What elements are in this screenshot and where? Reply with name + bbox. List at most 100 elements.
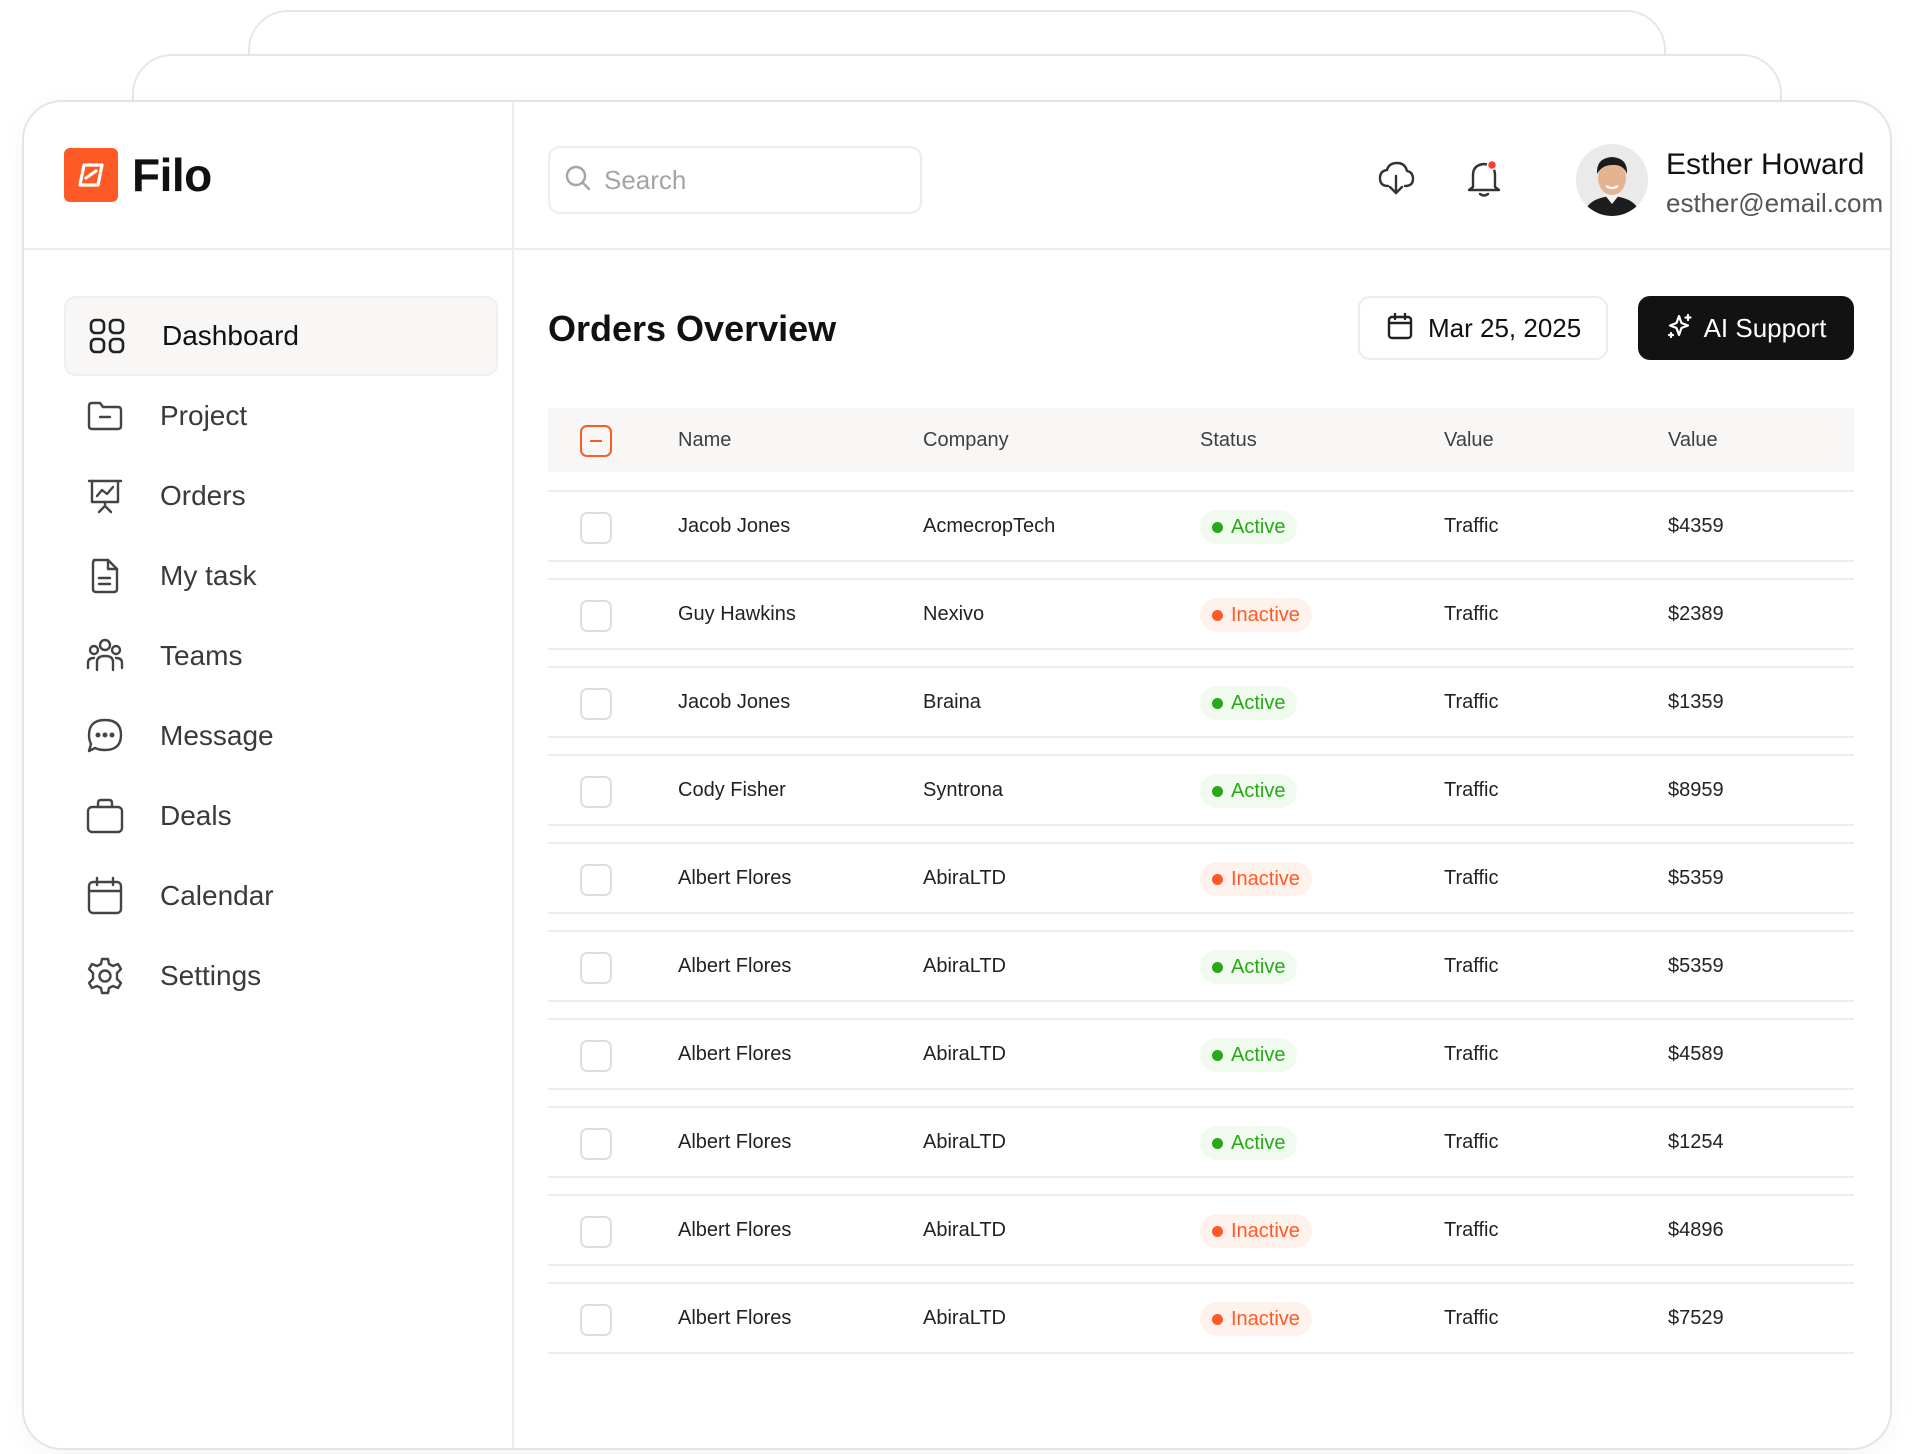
row-checkbox[interactable] xyxy=(580,512,612,544)
search-icon xyxy=(564,164,592,197)
sidebar-item-my-task[interactable]: My task xyxy=(64,536,498,616)
sidebar-item-label: Settings xyxy=(160,960,262,991)
row-checkbox[interactable] xyxy=(580,1216,612,1248)
row-checkbox[interactable] xyxy=(580,864,612,896)
sidebar-item-dashboard[interactable]: Dashboard xyxy=(64,296,498,376)
sidebar-item-label: Orders xyxy=(160,480,246,511)
table-row[interactable]: Albert Flores AbiraLTD Active Traffic $4589 xyxy=(548,1018,1854,1090)
status-label: Inactive xyxy=(1231,603,1300,626)
cell-value: $4359 xyxy=(1668,515,1724,537)
search-input[interactable] xyxy=(604,164,904,196)
date-picker-button[interactable]: Mar 25, 2025 xyxy=(1358,296,1608,360)
table-row[interactable]: Cody Fisher Syntrona Active Traffic $8959 xyxy=(548,754,1854,826)
status-label: Active xyxy=(1231,779,1286,802)
cell-name: Albert Flores xyxy=(678,1043,792,1065)
row-checkbox[interactable] xyxy=(580,952,612,984)
column-header-company[interactable]: Company xyxy=(923,429,1009,452)
sidebar-item-teams[interactable]: Teams xyxy=(64,616,498,696)
brand-header: Filo xyxy=(24,102,512,250)
app-window: Filo Dashboard Project Orders My task Te… xyxy=(22,100,1892,1450)
status-badge: Inactive xyxy=(1200,862,1312,896)
sidebar-item-label: Teams xyxy=(160,640,243,671)
cell-name: Albert Flores xyxy=(678,1219,792,1241)
notification-bell-icon[interactable] xyxy=(1460,154,1508,202)
filo-logo-icon[interactable] xyxy=(64,148,118,202)
chat-bubble-icon xyxy=(84,715,126,757)
table-header: Name Company Status Value Value xyxy=(548,408,1854,472)
row-checkbox[interactable] xyxy=(580,776,612,808)
sidebar-item-label: Project xyxy=(160,400,248,431)
team-icon xyxy=(84,635,126,677)
cell-company: AbiraLTD xyxy=(923,867,1006,889)
sidebar: Filo Dashboard Project Orders My task Te… xyxy=(24,102,514,1448)
date-label: Mar 25, 2025 xyxy=(1428,312,1582,343)
column-header-name[interactable]: Name xyxy=(678,429,731,452)
calendar-icon xyxy=(84,875,126,917)
status-label: Active xyxy=(1231,1131,1286,1154)
document-icon xyxy=(84,555,126,597)
row-checkbox[interactable] xyxy=(580,1128,612,1160)
cell-name: Cody Fisher xyxy=(678,779,786,801)
cell-type: Traffic xyxy=(1444,515,1499,537)
status-label: Active xyxy=(1231,1043,1286,1066)
table-row[interactable]: Albert Flores AbiraLTD Active Traffic $5359 xyxy=(548,930,1854,1002)
status-badge: Active xyxy=(1200,1038,1298,1072)
status-badge: Inactive xyxy=(1200,598,1312,632)
cell-value: $7529 xyxy=(1668,1307,1724,1329)
status-label: Inactive xyxy=(1231,1219,1300,1242)
status-dot-icon xyxy=(1212,961,1223,973)
table-row[interactable]: Jacob Jones AcmecropTech Active Traffic $435… xyxy=(548,490,1854,562)
sparkle-icon xyxy=(1666,312,1694,345)
user-email: esther@email.com xyxy=(1666,188,1884,218)
sidebar-item-message[interactable]: Message xyxy=(64,696,498,776)
download-cloud-icon[interactable] xyxy=(1372,154,1420,202)
ai-support-button[interactable]: AI Support xyxy=(1638,296,1854,360)
folder-icon xyxy=(84,395,126,437)
status-label: Inactive xyxy=(1231,867,1300,890)
cell-type: Traffic xyxy=(1444,867,1499,889)
table-body: Jacob Jones AcmecropTech Active Traffic $435… xyxy=(548,490,1854,1354)
presentation-chart-icon xyxy=(84,475,126,517)
table-row[interactable]: Albert Flores AbiraLTD Inactive Traffic $752… xyxy=(548,1282,1854,1354)
user-name: Esther Howard xyxy=(1666,148,1865,181)
column-header-value[interactable]: Value xyxy=(1444,429,1494,452)
orders-table: Name Company Status Value Value Jacob Jo… xyxy=(548,408,1854,1370)
sidebar-item-label: Dashboard xyxy=(162,320,299,351)
row-checkbox[interactable] xyxy=(580,600,612,632)
column-header-value-amount[interactable]: Value xyxy=(1668,429,1718,452)
cell-name: Jacob Jones xyxy=(678,691,791,713)
cell-type: Traffic xyxy=(1444,1043,1499,1065)
table-row[interactable]: Albert Flores AbiraLTD Inactive Traffic $489… xyxy=(548,1194,1854,1266)
status-dot-icon xyxy=(1212,1313,1223,1325)
avatar[interactable] xyxy=(1576,144,1648,216)
table-row[interactable]: Jacob Jones Braina Active Traffic $1359 xyxy=(548,666,1854,738)
table-row[interactable]: Guy Hawkins Nexivo Inactive Traffic $2389 xyxy=(548,578,1854,650)
table-row[interactable]: Albert Flores AbiraLTD Active Traffic $1254 xyxy=(548,1106,1854,1178)
sidebar-item-calendar[interactable]: Calendar xyxy=(64,856,498,936)
page-title: Orders Overview xyxy=(548,308,837,349)
cell-company: Syntrona xyxy=(923,779,1004,801)
column-header-status[interactable]: Status xyxy=(1200,429,1257,452)
row-checkbox[interactable] xyxy=(580,688,612,720)
table-row[interactable]: Albert Flores AbiraLTD Inactive Traffic $535… xyxy=(548,842,1854,914)
cell-value: $8959 xyxy=(1668,779,1724,801)
row-checkbox[interactable] xyxy=(580,1304,612,1336)
cell-value: $5359 xyxy=(1668,867,1724,889)
briefcase-icon xyxy=(84,795,126,837)
status-label: Inactive xyxy=(1231,1307,1300,1330)
row-checkbox[interactable] xyxy=(580,1040,612,1072)
cell-name: Albert Flores xyxy=(678,955,792,977)
brand-name: Filo xyxy=(132,149,212,201)
sidebar-item-orders[interactable]: Orders xyxy=(64,456,498,536)
cell-type: Traffic xyxy=(1444,1219,1499,1241)
select-all-checkbox[interactable] xyxy=(580,425,612,457)
sidebar-item-project[interactable]: Project xyxy=(64,376,498,456)
cell-company: Nexivo xyxy=(923,603,985,625)
sidebar-item-deals[interactable]: Deals xyxy=(64,776,498,856)
search-box[interactable] xyxy=(548,146,922,214)
sidebar-item-label: Calendar xyxy=(160,880,274,911)
cell-name: Jacob Jones xyxy=(678,515,791,537)
sidebar-item-settings[interactable]: Settings xyxy=(64,936,498,1016)
status-dot-icon xyxy=(1212,1137,1223,1149)
status-badge: Inactive xyxy=(1200,1302,1312,1336)
